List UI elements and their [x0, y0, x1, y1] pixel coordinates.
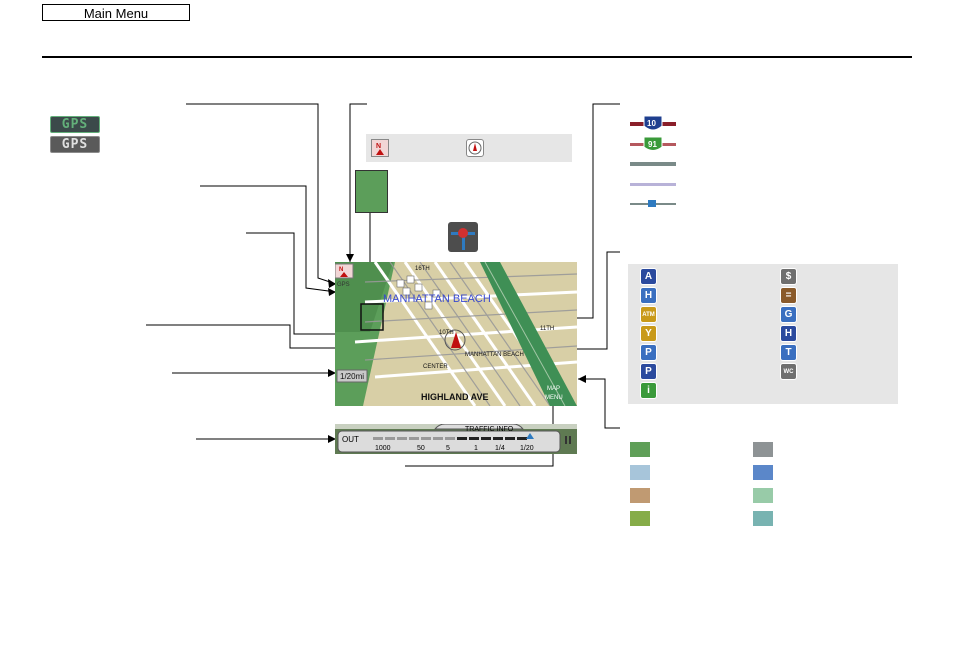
- area-color-swatch: [630, 488, 650, 503]
- svg-text:91: 91: [648, 140, 657, 149]
- restaurant-icon: Y: [640, 325, 657, 342]
- tick-1-20: 1/20: [520, 445, 534, 452]
- gas-station-icon: G: [780, 306, 797, 323]
- tick-50: 50: [417, 445, 425, 452]
- area-color-swatch: [630, 511, 650, 526]
- lodging-icon: =: [780, 287, 797, 304]
- street-label-16th: 16TH: [415, 266, 430, 272]
- map-gps-label: GPS: [337, 282, 350, 288]
- atr-icon: ATM: [640, 306, 657, 323]
- map-scale-label: 1/20mi: [340, 372, 364, 381]
- current-street-label: HIGHLAND AVE: [421, 392, 489, 402]
- tick-1-4: 1/4: [495, 445, 505, 452]
- area-color-swatch: [753, 465, 773, 480]
- hospital-icon: H: [640, 287, 657, 304]
- area-color-swatch: [753, 488, 773, 503]
- area-color-swatch: [630, 442, 650, 457]
- area-color-swatch: [630, 465, 650, 480]
- callout-areas: [578, 378, 620, 429]
- tick-1000: 1000: [375, 445, 391, 452]
- callout-gps: [186, 103, 337, 285]
- transit-icon: T: [780, 344, 797, 361]
- street-line: [630, 162, 676, 166]
- map-menu-line-1: MAP: [547, 386, 560, 392]
- destination-icon: [448, 222, 478, 252]
- info-icon: i: [640, 382, 657, 399]
- map-canvas: MANHATTAN BEACH 16TH 10TH MANHATTAN BEAC…: [335, 262, 577, 406]
- svg-text:10: 10: [647, 119, 656, 128]
- park-area-sample: [355, 170, 388, 213]
- auto-service-icon: A: [640, 268, 657, 285]
- traffic-scale-bar[interactable]: TRAFFIC INFO OUT 1000 50 5 1 1/4 1/20: [335, 423, 577, 454]
- area-label: MANHATTAN BEACH: [383, 293, 491, 305]
- traffic-title: TRAFFIC INFO: [465, 426, 514, 433]
- heading-up-icon: [466, 139, 484, 157]
- landmark-legend: [628, 264, 898, 404]
- svg-text:N: N: [339, 267, 343, 273]
- callout-north: [200, 185, 337, 293]
- svg-text:N: N: [376, 143, 381, 150]
- hotel-icon: H: [780, 325, 797, 342]
- parking-icon: P: [640, 344, 657, 361]
- area-color-swatch: [753, 511, 773, 526]
- atm-icon: $: [780, 268, 797, 285]
- street-label-mb: MANHATTAN BEACH: [465, 352, 524, 358]
- restroom-icon: WC: [780, 363, 797, 380]
- ferry-icon: [648, 200, 656, 207]
- street-label-11th: 11TH: [540, 326, 554, 332]
- map-orientation-panel: N: [366, 134, 572, 162]
- tick-1: 1: [474, 445, 478, 452]
- minor-road-line: [630, 183, 676, 186]
- traffic-bar-canvas: TRAFFIC INFO OUT 1000 50 5 1 1/4 1/20: [335, 423, 577, 454]
- map-menu-line-2: MENU: [545, 395, 563, 401]
- map-screen[interactable]: MANHATTAN BEACH 16TH 10TH MANHATTAN BEAC…: [335, 262, 577, 406]
- parking-garage-icon: P: [640, 363, 657, 380]
- traffic-out-label: OUT: [342, 435, 359, 444]
- north-up-icon: N: [371, 139, 389, 157]
- tick-5: 5: [446, 445, 450, 452]
- area-color-swatch: [753, 442, 773, 457]
- street-label-center: CENTER: [423, 364, 448, 370]
- road-type-legend: 10 91: [630, 115, 676, 207]
